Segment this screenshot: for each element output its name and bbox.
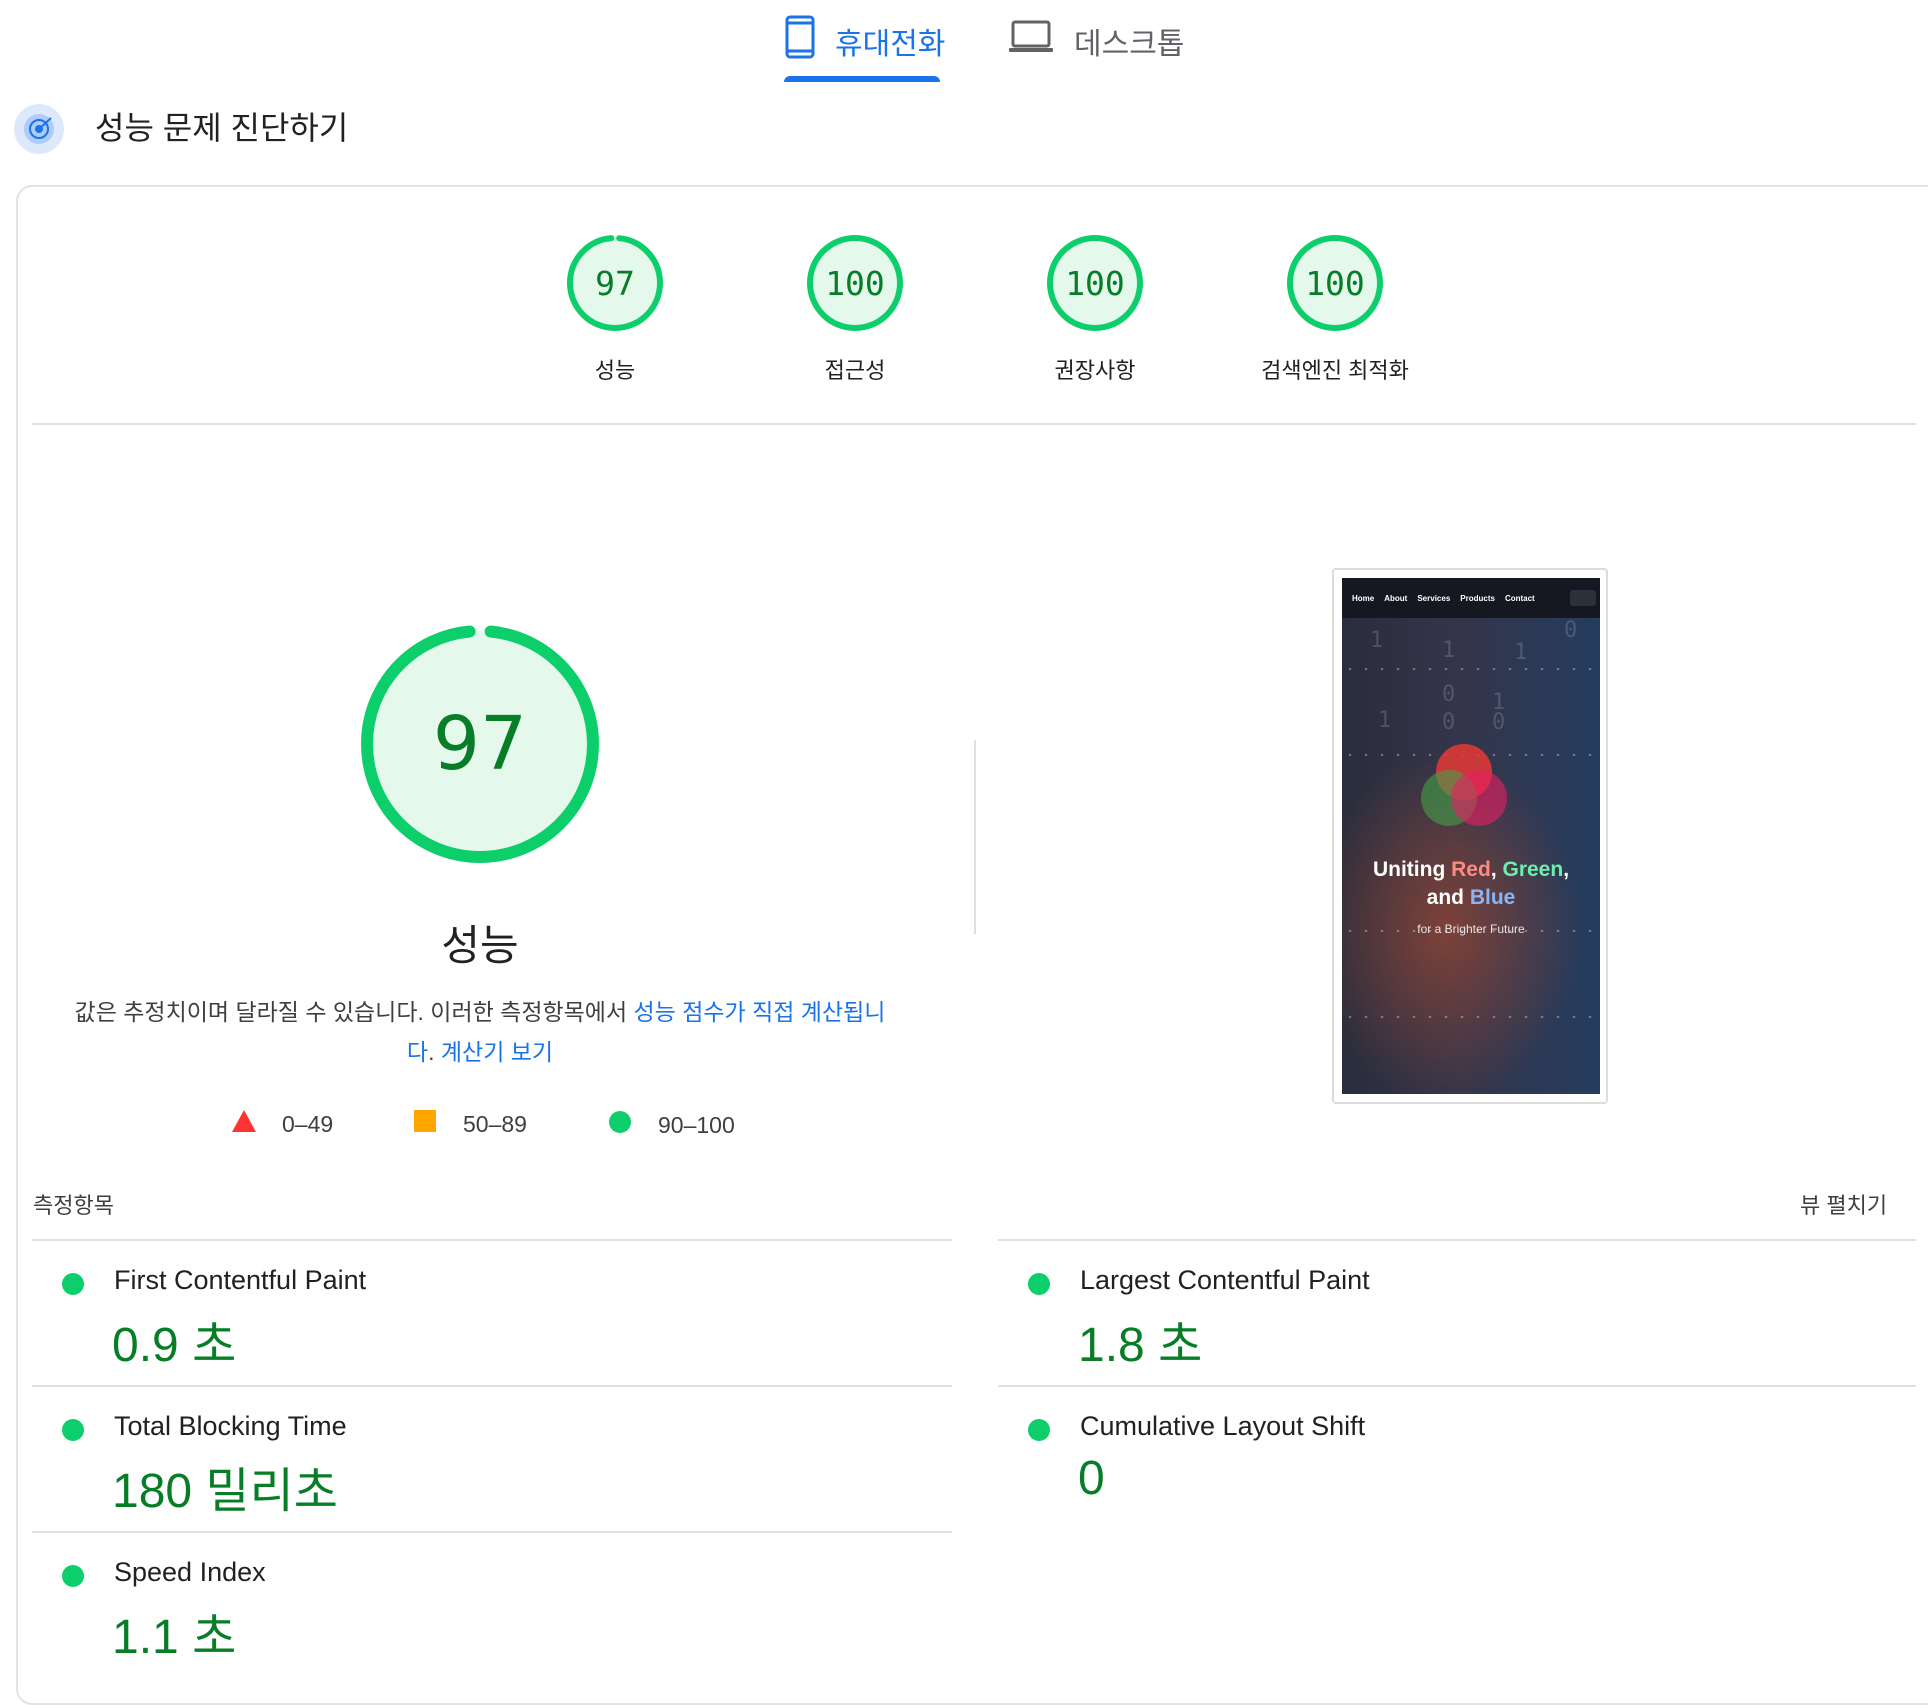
binary-digit: 0: [1442, 682, 1456, 707]
laptop-icon: [1008, 20, 1054, 62]
summary-gauge-seo[interactable]: 100 검색엔진 최적화: [1215, 233, 1455, 385]
metric-name: Largest Contentful Paint: [1080, 1265, 1370, 1295]
hero-blue: Blue: [1469, 886, 1516, 909]
hero-red: Red: [1451, 858, 1491, 881]
circle-icon: [608, 1110, 632, 1140]
screenshot-image: Home About Services Products Contact 1 1…: [1342, 578, 1600, 1094]
hero-green: Green: [1502, 858, 1564, 881]
diagnose-icon: [14, 104, 64, 154]
divider: [998, 1385, 1916, 1387]
binary-digit: 1: [1442, 638, 1456, 663]
vertical-divider: [974, 740, 976, 934]
metric-value: 1.8 초: [1078, 1319, 1203, 1372]
screenshot-nav-item: Products: [1460, 593, 1495, 603]
metric-name: Total Blocking Time: [114, 1411, 347, 1441]
summary-label: 접근성: [824, 358, 886, 383]
dot-line: [1342, 1016, 1600, 1018]
performance-gauge: 97: [358, 622, 602, 866]
pass-circle-icon: [1028, 1419, 1050, 1441]
summary-score: 100: [825, 263, 885, 303]
pass-circle-icon: [1028, 1273, 1050, 1295]
legend-range: 0–49: [282, 1110, 334, 1137]
summary-score: 100: [1065, 263, 1125, 303]
summary-label: 검색엔진 최적화: [1261, 358, 1409, 383]
screenshot-nav-item: Home: [1352, 593, 1375, 603]
smartphone-icon: [785, 15, 815, 67]
legend-fail: 0–49: [232, 1110, 333, 1138]
page-title: 성능 문제 진단하기: [95, 110, 349, 146]
hero-and: and: [1426, 886, 1470, 909]
legend-average: 50–89: [413, 1110, 527, 1138]
metrics-label: 측정항목: [33, 1193, 114, 1218]
pass-circle-icon: [62, 1273, 84, 1295]
metric-value: 1.1 초: [112, 1611, 237, 1664]
summary-label: 성능: [594, 358, 636, 383]
screenshot-nav-item: About: [1384, 593, 1408, 603]
summary-label: 권장사항: [1054, 358, 1136, 383]
hero-sep: ,: [1490, 858, 1503, 881]
summary-gauge-best-practices[interactable]: 100 권장사항: [975, 233, 1215, 385]
active-tab-indicator: [784, 76, 940, 82]
final-screenshot[interactable]: Home About Services Products Contact 1 1…: [1332, 568, 1608, 1104]
screenshot-nav: Home About Services Products Contact: [1342, 578, 1600, 618]
metric-value: 0: [1078, 1452, 1105, 1505]
tab-desktop[interactable]: 데스크톱: [1008, 0, 1184, 82]
metric-name: Speed Index: [114, 1557, 266, 1587]
divider: [32, 423, 1916, 425]
tab-mobile-label: 휴대전화: [835, 28, 946, 61]
screenshot-hero-title: Uniting Red, Green, and Blue: [1342, 856, 1600, 912]
legend-pass: 90–100: [608, 1110, 735, 1140]
screenshot-nav-item: Contact: [1504, 593, 1535, 603]
square-icon: [413, 1110, 437, 1138]
performance-score: 97: [432, 701, 528, 787]
performance-description: 값은 추정치이며 달라질 수 있습니다. 이러한 측정항목에서 성능 점수가 직…: [70, 992, 890, 1072]
divider: [32, 1385, 952, 1387]
hero-sep: ,: [1563, 858, 1570, 881]
description-period: .: [428, 1039, 435, 1065]
summary-score: 97: [595, 263, 635, 303]
summary-score: 100: [1305, 263, 1365, 303]
metric-name: Cumulative Layout Shift: [1080, 1411, 1366, 1441]
binary-digit: 0: [1492, 710, 1506, 735]
metric-name: First Contentful Paint: [114, 1265, 367, 1295]
description-text: 값은 추정치이며 달라질 수 있습니다. 이러한 측정항목에서: [74, 999, 634, 1025]
metric-value: 0.9 초: [112, 1319, 237, 1372]
summary-gauge-accessibility[interactable]: 100 접근성: [735, 233, 975, 385]
triangle-icon: [232, 1110, 256, 1138]
tab-mobile[interactable]: 휴대전화: [785, 0, 945, 82]
screenshot-nav-item: Services: [1417, 593, 1451, 603]
binary-digit: 1: [1514, 640, 1528, 665]
dot-line: [1342, 668, 1600, 670]
pass-circle-icon: [62, 1419, 84, 1441]
legend-range: 90–100: [658, 1111, 735, 1138]
divider: [32, 1531, 952, 1533]
pass-circle-icon: [62, 1565, 84, 1587]
screenshot-toggle: [1570, 590, 1596, 606]
expand-view-toggle[interactable]: 뷰 펼치기: [1800, 1188, 1887, 1220]
divider: [998, 1239, 1916, 1241]
legend-range: 50–89: [463, 1110, 527, 1137]
binary-digit: 1: [1370, 628, 1384, 653]
hero-prefix: Uniting: [1372, 858, 1452, 881]
performance-title: 성능: [441, 922, 519, 969]
summary-gauge-performance[interactable]: 97 성능: [495, 233, 735, 385]
divider: [32, 1239, 952, 1241]
binary-digit: 0: [1564, 618, 1578, 643]
binary-digit: 1: [1378, 708, 1392, 733]
tab-desktop-label: 데스크톱: [1074, 28, 1185, 61]
screenshot-hero-subtitle: for a Brighter Future: [1417, 922, 1525, 936]
metric-value: 180 밀리초: [112, 1465, 338, 1518]
calculator-link[interactable]: 계산기 보기: [441, 1039, 553, 1065]
binary-digit: 0: [1442, 710, 1456, 735]
rgb-circles-logo: [1421, 744, 1507, 826]
